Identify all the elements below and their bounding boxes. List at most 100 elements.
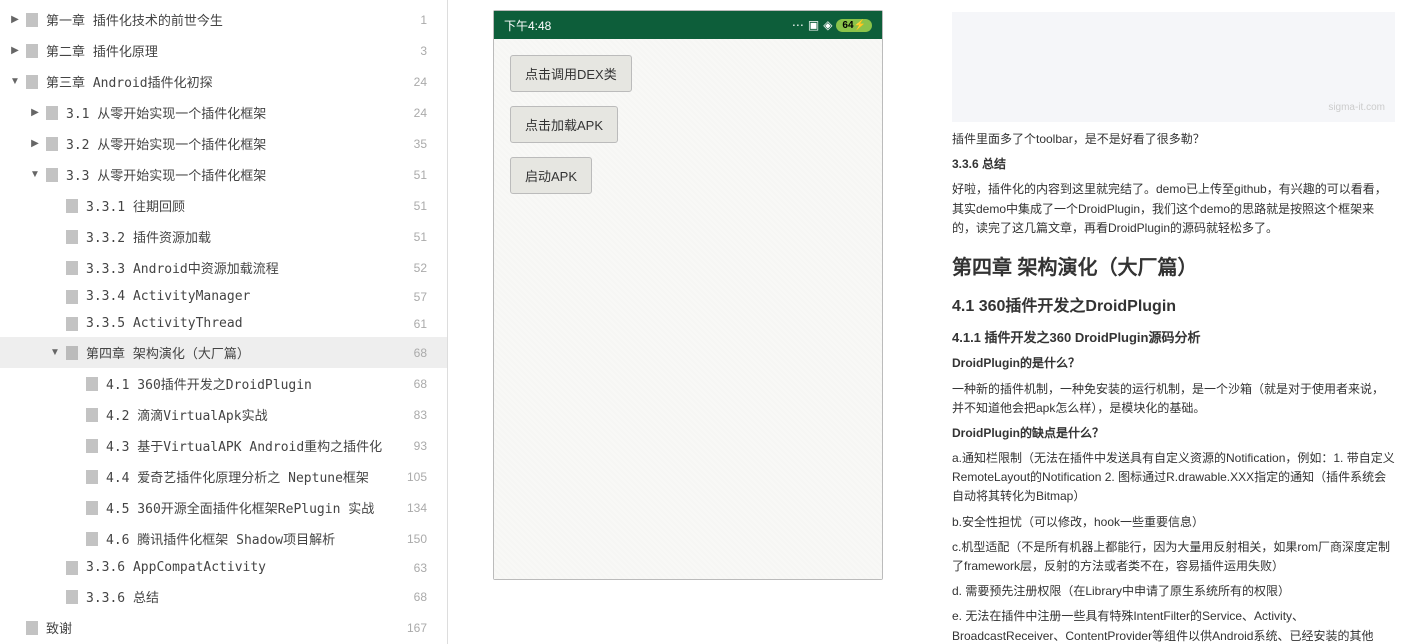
toc-item[interactable]: 3.3.4 ActivityManager57 <box>0 283 447 310</box>
toc-label: 3.3.5 ActivityThread <box>86 316 243 331</box>
toc-page-number: 3 <box>420 44 439 58</box>
dex-button[interactable]: 点击调用DEX类 <box>510 55 632 92</box>
phone-status-bar: 下午4:48 ⋯ ▣ ◈ 64⚡ <box>494 11 882 39</box>
toc-item[interactable]: 4.3 基于VirtualAPK Android重构之插件化93 <box>0 430 447 461</box>
toc-item[interactable]: 3.3.3 Android中资源加载流程52 <box>0 252 447 283</box>
toc-page-number: 68 <box>414 590 439 604</box>
phone-status-icons: ⋯ ▣ ◈ 64⚡ <box>792 18 872 32</box>
toc-item[interactable]: 4.1 360插件开发之DroidPlugin 68 <box>0 368 447 399</box>
bookmark-icon <box>86 501 98 515</box>
start-apk-button[interactable]: 启动APK <box>510 157 592 194</box>
expand-arrow-icon[interactable]: ▼ <box>28 169 42 180</box>
subsection-heading-411: 4.1.1 插件开发之360 DroidPlugin源码分析 <box>952 328 1395 349</box>
toc-page-number: 61 <box>414 317 439 331</box>
toc-item[interactable]: ▶ 第二章 插件化原理 3 <box>0 35 447 66</box>
toc-page-number: 63 <box>414 561 439 575</box>
bookmark-icon <box>86 377 98 391</box>
toc-label: 4.2 滴滴VirtualApk实战 <box>106 405 268 424</box>
toc-item[interactable]: 3.3.6 总结 68 <box>0 581 447 612</box>
toc-page-number: 83 <box>414 408 439 422</box>
list-item: c.机型适配（不是所有机器上都能行，因为大量用反射相关，如果rom厂商深度定制了… <box>952 538 1395 576</box>
toc-page-number: 57 <box>414 290 439 304</box>
content-pane[interactable]: sigma-it.com 插件里面多了个toolbar，是不是好看了很多勒？ 3… <box>928 0 1419 644</box>
toc-label: 第四章 架构演化（大厂篇） <box>86 343 250 362</box>
preview-pane: 下午4:48 ⋯ ▣ ◈ 64⚡ 点击调用DEX类 点击加载APK 启动APK <box>448 0 928 644</box>
toc-label: 4.6 腾讯插件化框架 Shadow项目解析 <box>106 529 335 548</box>
paragraph: 好啦，插件化的内容到这里就完结了。demo已上传至github，有兴趣的可以看看… <box>952 180 1395 238</box>
bookmark-icon <box>66 261 78 275</box>
phone-mockup: 下午4:48 ⋯ ▣ ◈ 64⚡ 点击调用DEX类 点击加载APK 启动APK <box>493 10 883 580</box>
bookmark-icon <box>66 199 78 213</box>
paragraph: 一种新的插件机制，一种免安装的运行机制，是一个沙箱（就是对于使用者来说，并不知道… <box>952 380 1395 418</box>
bookmark-icon <box>26 44 38 58</box>
toc-page-number: 51 <box>414 168 439 182</box>
toc-label: 4.1 360插件开发之DroidPlugin <box>106 374 312 393</box>
toc-page-number: 24 <box>414 75 439 89</box>
list-item: d. 需要预先注册权限（在Library中申请了原生系统所有的权限） <box>952 582 1395 601</box>
toc-item[interactable]: ▼ 第四章 架构演化（大厂篇） 68 <box>0 337 447 368</box>
watermark: sigma-it.com <box>1328 100 1385 116</box>
expand-arrow-icon[interactable]: ▶ <box>8 45 22 56</box>
toc-label: 致谢 <box>46 618 72 637</box>
bookmark-icon <box>86 470 98 484</box>
toc-label: 3.1 从零开始实现一个插件化框架 <box>66 103 266 122</box>
toc-label: 3.3.6 总结 <box>86 587 159 606</box>
toc-item[interactable]: 3.3.6 AppCompatActivity 63 <box>0 554 447 581</box>
expand-arrow-icon[interactable]: ▼ <box>8 76 22 87</box>
toc-label: 4.5 360开源全面插件化框架RePlugin 实战 <box>106 498 374 517</box>
expand-arrow-icon[interactable]: ▶ <box>28 107 42 118</box>
toc-item[interactable]: 致谢 167 <box>0 612 447 643</box>
bookmark-icon <box>26 75 38 89</box>
bookmark-icon <box>66 230 78 244</box>
toc-item[interactable]: 4.2 滴滴VirtualApk实战 83 <box>0 399 447 430</box>
bookmark-icon <box>66 561 78 575</box>
toc-label: 第二章 插件化原理 <box>46 41 158 60</box>
signal-icon: ▣ <box>808 18 819 32</box>
paragraph: 插件里面多了个toolbar，是不是好看了很多勒？ <box>952 130 1395 149</box>
toc-item[interactable]: 4.6 腾讯插件化框架 Shadow项目解析 150 <box>0 523 447 554</box>
toc-page-number: 167 <box>407 621 439 635</box>
content-image: sigma-it.com <box>952 12 1395 122</box>
toc-page-number: 68 <box>414 377 439 391</box>
toc-label: 3.3.6 AppCompatActivity <box>86 560 266 575</box>
question: DroidPlugin的缺点是什么？ <box>952 424 1395 443</box>
toc-label: 4.4 爱奇艺插件化原理分析之 Neptune框架 <box>106 467 369 486</box>
toc-label: 3.2 从零开始实现一个插件化框架 <box>66 134 266 153</box>
list-item: b.安全性担忧（可以修改，hook一些重要信息） <box>952 513 1395 532</box>
wifi-icon: ◈ <box>823 18 832 32</box>
toc-label: 3.3.2 插件资源加载 <box>86 227 211 246</box>
toc-item[interactable]: 4.4 爱奇艺插件化原理分析之 Neptune框架105 <box>0 461 447 492</box>
toc-item[interactable]: ▶3.2 从零开始实现一个插件化框架35 <box>0 128 447 159</box>
toc-page-number: 150 <box>407 532 439 546</box>
bookmark-icon <box>46 106 58 120</box>
bookmark-icon <box>66 590 78 604</box>
bookmark-icon <box>66 317 78 331</box>
toc-item[interactable]: 4.5 360开源全面插件化框架RePlugin 实战134 <box>0 492 447 523</box>
toc-item[interactable]: ▼3.3 从零开始实现一个插件化框架51 <box>0 159 447 190</box>
battery-icon: 64⚡ <box>836 19 872 32</box>
expand-arrow-icon[interactable]: ▼ <box>48 347 62 358</box>
section-heading-41: 4.1 360插件开发之DroidPlugin <box>952 294 1395 320</box>
chapter-heading: 第四章 架构演化（大厂篇） <box>952 252 1395 284</box>
load-apk-button[interactable]: 点击加载APK <box>510 106 618 143</box>
toc-item[interactable]: ▶ 3.1 从零开始实现一个插件化框架 24 <box>0 97 447 128</box>
bookmark-icon <box>26 13 38 27</box>
toc-item[interactable]: 3.3.5 ActivityThread 61 <box>0 310 447 337</box>
toc-page-number: 93 <box>414 439 439 453</box>
expand-arrow-icon[interactable]: ▶ <box>28 138 42 149</box>
section-heading-336: 3.3.6 总结 <box>952 155 1395 174</box>
bookmark-icon <box>46 168 58 182</box>
phone-time: 下午4:48 <box>504 17 551 34</box>
bookmark-icon <box>26 621 38 635</box>
toc-page-number: 24 <box>414 106 439 120</box>
toc-item[interactable]: 3.3.1 往期回顾51 <box>0 190 447 221</box>
bookmark-icon <box>86 408 98 422</box>
toc-page-number: 68 <box>414 346 439 360</box>
toc-item[interactable]: 3.3.2 插件资源加载51 <box>0 221 447 252</box>
toc-page-number: 1 <box>420 13 439 27</box>
bookmark-icon <box>86 532 98 546</box>
toc-item[interactable]: ▼第三章 Android插件化初探24 <box>0 66 447 97</box>
toc-sidebar[interactable]: ▶第一章 插件化技术的前世今生1▶第二章 插件化原理3▼第三章 Android插… <box>0 0 448 644</box>
expand-arrow-icon[interactable]: ▶ <box>8 14 22 25</box>
toc-item[interactable]: ▶第一章 插件化技术的前世今生1 <box>0 4 447 35</box>
